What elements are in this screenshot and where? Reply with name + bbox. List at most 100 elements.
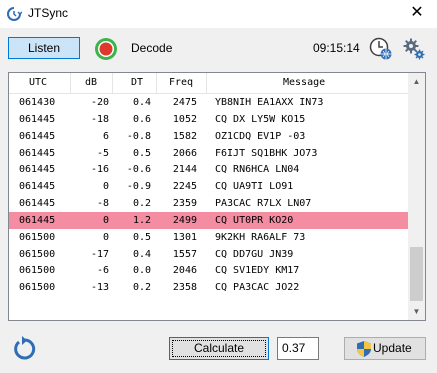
cell-message: 9K2KH RA6ALF 73: [215, 231, 306, 243]
cell-message: CQ DX LY5W KO15: [215, 113, 306, 125]
table-row[interactable]: 061445 -18 0.6 1052 CQ DX LY5W KO15: [9, 111, 409, 128]
listen-button[interactable]: Listen: [8, 37, 80, 59]
table-row[interactable]: 061500 0 0.5 1301 9K2KH RA6ALF 73: [9, 229, 409, 246]
table-row[interactable]: 061445 -5 0.5 2066 F6IJT SQ1BHK JO73: [9, 145, 409, 162]
cell-message: CQ RN6HCA LN04: [215, 164, 300, 176]
decode-label: Decode: [131, 41, 173, 55]
cell-db: -20: [90, 97, 109, 108]
cell-db: 0: [102, 231, 109, 243]
cell-utc: 061445: [19, 130, 56, 142]
decode-table[interactable]: UTC dB DT Freq Message 061430 -20 0.4 2475 Y…: [8, 72, 426, 321]
table-row[interactable]: 061445 0 -0.9 2245 CQ UA9TI LO91: [9, 178, 409, 195]
cell-dt: 0.4: [132, 97, 151, 108]
cell-message: OZ1CDQ EV1P -03: [215, 130, 306, 142]
cell-freq: 2046: [172, 265, 197, 277]
cell-utc: 061500: [19, 231, 56, 243]
cell-freq: 2144: [172, 164, 197, 176]
cell-dt: -0.9: [126, 181, 151, 193]
cell-db: 6: [102, 130, 109, 142]
cell-message: PA3CAC R7LX LN07: [215, 198, 312, 210]
cell-utc: 061445: [19, 214, 56, 226]
cell-db: -5: [96, 147, 109, 159]
title-bar: JTSync ✕: [0, 0, 437, 28]
cell-dt: 0.0: [132, 265, 151, 277]
shield-icon: [357, 341, 371, 357]
cell-freq: 1301: [172, 231, 197, 243]
update-button[interactable]: Update: [344, 337, 426, 360]
cell-dt: -0.6: [126, 164, 151, 176]
column-header-message[interactable]: Message: [207, 73, 409, 93]
cell-freq: 2066: [172, 147, 197, 159]
table-row[interactable]: 061500 -6 0.0 2046 CQ SV1EDY KM17: [9, 262, 409, 279]
cell-message: CQ PA3CAC JO22: [215, 282, 300, 294]
column-header-freq[interactable]: Freq: [157, 73, 207, 93]
cell-db: -18: [90, 113, 109, 125]
table-row[interactable]: 061430 -20 0.4 2475 YB8NIH EA1AXX IN73: [9, 94, 409, 111]
cell-message: CQ UA9TI LO91: [215, 181, 294, 193]
cell-utc: 061445: [19, 164, 56, 176]
utc-clock: 09:15:14: [313, 41, 360, 55]
cell-db: -17: [90, 248, 109, 260]
cell-utc: 061430: [19, 97, 56, 108]
gear-icon[interactable]: [402, 37, 426, 61]
cell-db: -16: [90, 164, 109, 176]
cell-db: 0: [102, 214, 109, 226]
cell-dt: 1.2: [132, 214, 151, 226]
window-title: JTSync: [28, 6, 69, 20]
cell-dt: 0.6: [132, 113, 151, 125]
cell-message: CQ SV1EDY KM17: [215, 265, 300, 277]
sync-app-icon: [7, 7, 22, 21]
cell-message: YB8NIH EA1AXX IN73: [215, 97, 324, 108]
table-row[interactable]: 061445 -16 -0.6 2144 CQ RN6HCA LN04: [9, 161, 409, 178]
column-header-db[interactable]: dB: [71, 73, 113, 93]
cell-db: -8: [96, 198, 109, 210]
focus-rectangle: [172, 340, 266, 357]
scroll-up-arrow-icon[interactable]: ▲: [408, 73, 425, 90]
table-row[interactable]: 061445 0 1.2 2499 CQ UT0PR KO20: [9, 211, 409, 229]
cell-freq: 2359: [172, 198, 197, 210]
cell-utc: 061445: [19, 113, 56, 125]
cell-freq: 1052: [172, 113, 197, 125]
cell-utc: 061500: [19, 282, 56, 294]
cell-freq: 2475: [172, 97, 197, 108]
calculate-button[interactable]: Calculate: [169, 337, 269, 360]
cell-message: F6IJT SQ1BHK JO73: [215, 147, 318, 159]
cell-freq: 1557: [172, 248, 197, 260]
cell-message: CQ DD7GU JN39: [215, 248, 294, 260]
cell-dt: 0.4: [132, 248, 151, 260]
table-row[interactable]: 061445 6 -0.8 1582 OZ1CDQ EV1P -03: [9, 128, 409, 145]
scrollbar-thumb[interactable]: [410, 247, 423, 301]
close-button[interactable]: ✕: [397, 0, 437, 28]
cell-dt: 0.5: [132, 231, 151, 243]
value-field[interactable]: 0.37: [277, 337, 319, 360]
cell-utc: 061500: [19, 248, 56, 260]
table-rows: 061430 -20 0.4 2475 YB8NIH EA1AXX IN73 061445…: [9, 94, 409, 296]
cell-dt: 0.2: [132, 282, 151, 294]
vertical-scrollbar[interactable]: ▲ ▼: [408, 73, 425, 320]
table-header: UTC dB DT Freq Message: [9, 73, 409, 94]
cell-freq: 2245: [172, 181, 197, 193]
cell-message: CQ UT0PR KO20: [215, 214, 294, 226]
cell-dt: 0.2: [132, 198, 151, 210]
cell-dt: -0.8: [126, 130, 151, 142]
table-row[interactable]: 061500 -17 0.4 1557 CQ DD7GU JN39: [9, 246, 409, 263]
cell-utc: 061445: [19, 198, 56, 210]
refresh-icon[interactable]: [12, 336, 38, 362]
cell-utc: 061445: [19, 147, 56, 159]
record-icon[interactable]: [94, 37, 118, 61]
cell-utc: 061500: [19, 265, 56, 277]
column-header-dt[interactable]: DT: [113, 73, 157, 93]
close-icon: ✕: [410, 4, 424, 21]
cell-dt: 0.5: [132, 147, 151, 159]
table-row[interactable]: 061500 -13 0.2 2358 CQ PA3CAC JO22: [9, 279, 409, 296]
cell-utc: 061445: [19, 181, 56, 193]
table-row[interactable]: 061445 -8 0.2 2359 PA3CAC R7LX LN07: [9, 195, 409, 212]
cell-freq: 2358: [172, 282, 197, 294]
cell-db: 0: [102, 181, 109, 193]
cell-db: -13: [90, 282, 109, 294]
cell-db: -6: [96, 265, 109, 277]
scroll-down-arrow-icon[interactable]: ▼: [408, 303, 425, 320]
column-header-utc[interactable]: UTC: [9, 73, 71, 93]
globe-clock-icon[interactable]: [369, 37, 393, 61]
update-label: Update: [373, 341, 412, 355]
